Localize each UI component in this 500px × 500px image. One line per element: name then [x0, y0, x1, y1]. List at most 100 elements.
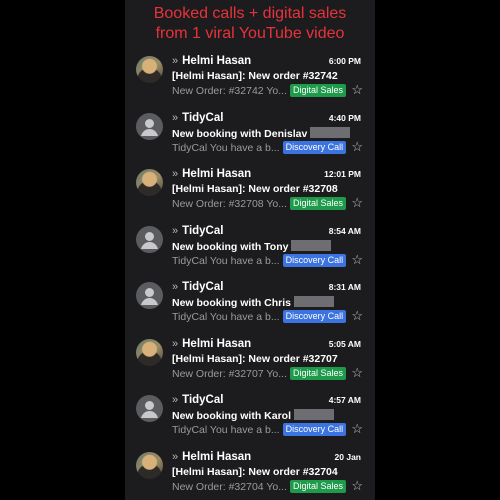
person-icon[interactable]	[136, 112, 163, 140]
email-row[interactable]: » Helmi Hasan 20 Jan [Helmi Hasan]: New ord…	[125, 448, 375, 500]
star-outline-icon[interactable]: ☆	[351, 421, 363, 437]
star-outline-icon[interactable]: ☆	[351, 308, 363, 324]
star-outline-icon[interactable]: ☆	[351, 195, 363, 211]
email-time: 5:05 AM	[328, 338, 361, 349]
email-time: 12:01 PM	[324, 169, 361, 179]
sender-name: TidyCal	[182, 111, 224, 124]
email-sender: » Helmi Hasan	[172, 55, 251, 67]
sender-name: TidyCal	[182, 281, 224, 293]
label-badge[interactable]: Digital Sales	[290, 197, 347, 210]
email-subject: New booking with Denislav	[172, 126, 351, 140]
chevron-double-right-icon: »	[172, 281, 179, 293]
preview-text: New Order: #32708 Yo...	[172, 198, 287, 210]
person-icon[interactable]	[136, 225, 163, 253]
star-outline-icon[interactable]: ☆	[351, 478, 363, 494]
preview-text: TidyCal You have a b...	[172, 254, 280, 267]
redacted-name-block	[291, 239, 332, 251]
email-subject: [Helmi Hasan]: New order #32742	[172, 70, 338, 82]
subject-text: [Helmi Hasan]: New order #32742	[172, 70, 338, 82]
preview-text: TidyCal You have a b...	[172, 311, 280, 323]
email-subject: New booking with Chris	[172, 296, 335, 309]
email-sender: » Helmi Hasan	[172, 451, 251, 463]
label-badge[interactable]: Discovery Call	[282, 253, 347, 267]
chevron-double-right-icon: »	[172, 394, 179, 406]
person-icon[interactable]	[136, 282, 163, 309]
phone-screen: Booked calls + digital sales from 1 vira…	[125, 0, 375, 500]
sender-name: TidyCal	[182, 224, 224, 237]
email-preview: New Order: #32707 Yo... Digital Sales	[172, 366, 347, 380]
sender-name: Helmi Hasan	[182, 168, 252, 180]
chevron-double-right-icon: »	[172, 111, 179, 124]
subject-text: [Helmi Hasan]: New order #32704	[172, 465, 338, 478]
chevron-double-right-icon: »	[172, 55, 179, 67]
label-badge[interactable]: Digital Sales	[290, 366, 347, 380]
preview-text: New Order: #32742 Yo...	[172, 85, 287, 97]
subject-text: New booking with Karol	[172, 410, 292, 422]
email-row[interactable]: » TidyCal 4:57 AM New booking with Karol Tid…	[125, 391, 375, 448]
email-subject: New booking with Tony	[172, 239, 332, 253]
email-time: 4:40 PM	[328, 112, 361, 123]
email-preview: TidyCal You have a b... Discovery Call	[172, 423, 347, 436]
label-badge[interactable]: Discovery Call	[282, 310, 347, 323]
chevron-double-right-icon: »	[172, 450, 179, 463]
subject-text: [Helmi Hasan]: New order #32707	[172, 352, 338, 365]
email-time: 8:54 AM	[328, 225, 361, 236]
email-row[interactable]: » Helmi Hasan 5:05 AM [Helmi Hasan]: New or…	[125, 335, 375, 392]
email-sender: » TidyCal	[172, 112, 223, 124]
label-badge[interactable]: Digital Sales	[290, 84, 347, 97]
star-outline-icon[interactable]: ☆	[351, 139, 363, 155]
sender-name: TidyCal	[182, 394, 224, 406]
sender-name: Helmi Hasan	[182, 55, 252, 67]
email-subject: [Helmi Hasan]: New order #32707	[172, 353, 338, 365]
sender-avatar-photo[interactable]	[136, 169, 163, 196]
email-preview: New Order: #32708 Yo... Digital Sales	[172, 197, 347, 210]
label-badge[interactable]: Discovery Call	[282, 423, 347, 436]
email-preview: TidyCal You have a b... Discovery Call	[172, 140, 347, 154]
chevron-double-right-icon: »	[172, 337, 179, 350]
email-preview: TidyCal You have a b... Discovery Call	[172, 253, 347, 267]
star-outline-icon[interactable]: ☆	[351, 365, 363, 381]
email-row[interactable]: » TidyCal 8:54 AM New booking with Tony Tidy…	[125, 222, 375, 279]
sender-name: Helmi Hasan	[182, 450, 252, 463]
email-preview: New Order: #32742 Yo... Digital Sales	[172, 84, 347, 97]
email-time: 8:31 AM	[328, 282, 361, 292]
chevron-double-right-icon: »	[172, 224, 179, 237]
email-row[interactable]: » TidyCal 4:40 PM New booking with Denislav…	[125, 109, 375, 166]
preview-text: TidyCal You have a b...	[172, 141, 280, 154]
sender-name: Helmi Hasan	[182, 337, 252, 350]
label-badge[interactable]: Digital Sales	[290, 479, 347, 493]
person-icon[interactable]	[136, 395, 163, 422]
email-time: 20 Jan	[334, 451, 361, 462]
email-time: 4:57 AM	[328, 395, 361, 405]
preview-text: New Order: #32704 Yo...	[172, 480, 287, 493]
subject-text: New booking with Chris	[172, 297, 292, 309]
chevron-double-right-icon: »	[172, 168, 179, 180]
subject-text: New booking with Tony	[172, 240, 289, 253]
sender-avatar-photo[interactable]	[136, 451, 163, 479]
subject-text: [Helmi Hasan]: New order #32708	[172, 183, 338, 195]
email-row[interactable]: » Helmi Hasan 12:01 PM [Helmi Hasan]: New o…	[125, 165, 375, 222]
email-sender: » Helmi Hasan	[172, 338, 251, 350]
email-preview: New Order: #32704 Yo... Digital Sales	[172, 479, 347, 493]
email-sender: » TidyCal	[172, 394, 223, 406]
preview-text: New Order: #32707 Yo...	[172, 367, 287, 380]
sender-avatar-photo[interactable]	[136, 338, 163, 366]
subject-text: New booking with Denislav	[172, 127, 308, 140]
email-row[interactable]: » Helmi Hasan 6:00 PM [Helmi Hasan]: New or…	[125, 52, 375, 109]
email-row[interactable]: » TidyCal 8:31 AM New booking with Chris Tid…	[125, 278, 375, 335]
email-subject: [Helmi Hasan]: New order #32704	[172, 466, 338, 478]
label-badge[interactable]: Discovery Call	[282, 140, 347, 154]
sender-avatar-photo[interactable]	[136, 56, 163, 83]
caption-line-1: Booked calls + digital sales	[153, 5, 347, 22]
redacted-name-block	[310, 126, 351, 138]
star-outline-icon[interactable]: ☆	[351, 252, 363, 268]
overlay-caption: Booked calls + digital sales from 1 vira…	[125, 4, 375, 44]
star-outline-icon[interactable]: ☆	[351, 82, 363, 98]
email-sender: » TidyCal	[172, 281, 223, 293]
email-list: » Helmi Hasan 6:00 PM [Helmi Hasan]: New or…	[125, 52, 375, 500]
redacted-name-block	[294, 296, 335, 307]
email-sender: » Helmi Hasan	[172, 168, 251, 180]
redacted-name-block	[294, 409, 335, 420]
email-time: 6:00 PM	[328, 56, 361, 66]
email-subject: [Helmi Hasan]: New order #32708	[172, 183, 338, 195]
